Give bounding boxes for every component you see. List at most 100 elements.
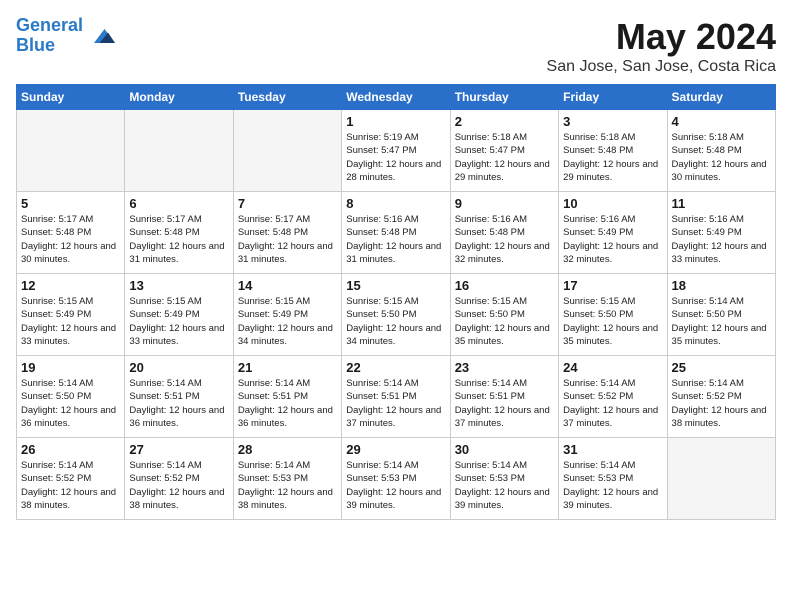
day-info: Sunrise: 5:14 AM Sunset: 5:51 PM Dayligh… (238, 377, 337, 430)
day-cell (125, 110, 233, 192)
day-number: 12 (21, 278, 120, 293)
day-cell: 5 Sunrise: 5:17 AM Sunset: 5:48 PM Daylig… (17, 192, 125, 274)
day-number: 14 (238, 278, 337, 293)
title-block: May 2024 San Jose, San Jose, Costa Rica (547, 16, 776, 76)
day-cell: 26 Sunrise: 5:14 AM Sunset: 5:52 PM Dayli… (17, 438, 125, 520)
col-sunday: Sunday (17, 85, 125, 110)
day-cell: 30 Sunrise: 5:14 AM Sunset: 5:53 PM Dayli… (450, 438, 558, 520)
day-cell: 22 Sunrise: 5:14 AM Sunset: 5:51 PM Dayli… (342, 356, 450, 438)
col-wednesday: Wednesday (342, 85, 450, 110)
day-cell: 25Sunrise: 5:14 AM Sunset: 5:52 PM Dayli… (667, 356, 775, 438)
day-cell: 31Sunrise: 5:14 AM Sunset: 5:53 PM Dayli… (559, 438, 667, 520)
day-cell: 19 Sunrise: 5:14 AM Sunset: 5:50 PM Dayli… (17, 356, 125, 438)
location-title: San Jose, San Jose, Costa Rica (547, 58, 776, 76)
day-number: 8 (346, 196, 445, 211)
day-info: Sunrise: 5:15 AM Sunset: 5:49 PM Dayligh… (21, 295, 120, 348)
day-cell: 12 Sunrise: 5:15 AM Sunset: 5:49 PM Dayli… (17, 274, 125, 356)
day-number: 27 (129, 442, 228, 457)
day-info: Sunrise: 5:14 AM Sunset: 5:52 PM Dayligh… (563, 377, 662, 430)
day-cell: 15 Sunrise: 5:15 AM Sunset: 5:50 PM Dayli… (342, 274, 450, 356)
day-info: Sunrise: 5:16 AM Sunset: 5:48 PM Dayligh… (455, 213, 554, 266)
day-info: Sunrise: 5:14 AM Sunset: 5:53 PM Dayligh… (238, 459, 337, 512)
day-info: Sunrise: 5:16 AM Sunset: 5:49 PM Dayligh… (563, 213, 662, 266)
day-number: 20 (129, 360, 228, 375)
day-number: 29 (346, 442, 445, 457)
day-cell: 28 Sunrise: 5:14 AM Sunset: 5:53 PM Dayli… (233, 438, 341, 520)
week-row-2: 12 Sunrise: 5:15 AM Sunset: 5:49 PM Dayli… (17, 274, 776, 356)
calendar-table: Sunday Monday Tuesday Wednesday Thursday… (16, 84, 776, 520)
day-number: 30 (455, 442, 554, 457)
month-title: May 2024 (547, 16, 776, 58)
day-info: Sunrise: 5:14 AM Sunset: 5:53 PM Dayligh… (346, 459, 445, 512)
day-number: 25 (672, 360, 771, 375)
day-info: Sunrise: 5:15 AM Sunset: 5:49 PM Dayligh… (129, 295, 228, 348)
day-number: 23 (455, 360, 554, 375)
day-cell: 10 Sunrise: 5:16 AM Sunset: 5:49 PM Dayli… (559, 192, 667, 274)
day-cell (667, 438, 775, 520)
day-number: 19 (21, 360, 120, 375)
day-cell: 4Sunrise: 5:18 AM Sunset: 5:48 PM Daylig… (667, 110, 775, 192)
day-cell: 6Sunrise: 5:17 AM Sunset: 5:48 PM Daylig… (125, 192, 233, 274)
day-number: 9 (455, 196, 554, 211)
day-info: Sunrise: 5:15 AM Sunset: 5:49 PM Dayligh… (238, 295, 337, 348)
day-info: Sunrise: 5:15 AM Sunset: 5:50 PM Dayligh… (455, 295, 554, 348)
day-number: 15 (346, 278, 445, 293)
day-cell: 2Sunrise: 5:18 AM Sunset: 5:47 PM Daylig… (450, 110, 558, 192)
day-info: Sunrise: 5:14 AM Sunset: 5:50 PM Dayligh… (672, 295, 771, 348)
day-cell: 23 Sunrise: 5:14 AM Sunset: 5:51 PM Dayli… (450, 356, 558, 438)
day-cell: 29 Sunrise: 5:14 AM Sunset: 5:53 PM Dayli… (342, 438, 450, 520)
day-number: 3 (563, 114, 662, 129)
day-number: 5 (21, 196, 120, 211)
day-cell: 21 Sunrise: 5:14 AM Sunset: 5:51 PM Dayli… (233, 356, 341, 438)
day-info: Sunrise: 5:14 AM Sunset: 5:51 PM Dayligh… (346, 377, 445, 430)
day-cell (17, 110, 125, 192)
day-number: 22 (346, 360, 445, 375)
day-cell: 14 Sunrise: 5:15 AM Sunset: 5:49 PM Dayli… (233, 274, 341, 356)
day-info: Sunrise: 5:14 AM Sunset: 5:51 PM Dayligh… (455, 377, 554, 430)
day-info: Sunrise: 5:16 AM Sunset: 5:48 PM Dayligh… (346, 213, 445, 266)
day-number: 2 (455, 114, 554, 129)
day-number: 13 (129, 278, 228, 293)
day-number: 6 (129, 196, 228, 211)
day-info: Sunrise: 5:19 AM Sunset: 5:47 PM Dayligh… (346, 131, 445, 184)
day-info: Sunrise: 5:15 AM Sunset: 5:50 PM Dayligh… (346, 295, 445, 348)
day-number: 21 (238, 360, 337, 375)
day-cell (233, 110, 341, 192)
col-friday: Friday (559, 85, 667, 110)
day-info: Sunrise: 5:17 AM Sunset: 5:48 PM Dayligh… (238, 213, 337, 266)
col-tuesday: Tuesday (233, 85, 341, 110)
logo-text: GeneralBlue (16, 16, 83, 56)
day-number: 24 (563, 360, 662, 375)
day-cell: 3 Sunrise: 5:18 AM Sunset: 5:48 PM Daylig… (559, 110, 667, 192)
day-cell: 27Sunrise: 5:14 AM Sunset: 5:52 PM Dayli… (125, 438, 233, 520)
header: GeneralBlue May 2024 San Jose, San Jose,… (16, 16, 776, 76)
day-number: 31 (563, 442, 662, 457)
week-row-0: 1Sunrise: 5:19 AM Sunset: 5:47 PM Daylig… (17, 110, 776, 192)
header-row: Sunday Monday Tuesday Wednesday Thursday… (17, 85, 776, 110)
col-monday: Monday (125, 85, 233, 110)
day-number: 28 (238, 442, 337, 457)
week-row-3: 19 Sunrise: 5:14 AM Sunset: 5:50 PM Dayli… (17, 356, 776, 438)
day-info: Sunrise: 5:14 AM Sunset: 5:50 PM Dayligh… (21, 377, 120, 430)
day-cell: 24 Sunrise: 5:14 AM Sunset: 5:52 PM Dayli… (559, 356, 667, 438)
day-cell: 1Sunrise: 5:19 AM Sunset: 5:47 PM Daylig… (342, 110, 450, 192)
day-cell: 7 Sunrise: 5:17 AM Sunset: 5:48 PM Daylig… (233, 192, 341, 274)
day-number: 26 (21, 442, 120, 457)
day-cell: 8 Sunrise: 5:16 AM Sunset: 5:48 PM Daylig… (342, 192, 450, 274)
week-row-1: 5 Sunrise: 5:17 AM Sunset: 5:48 PM Daylig… (17, 192, 776, 274)
day-cell: 13 Sunrise: 5:15 AM Sunset: 5:49 PM Dayli… (125, 274, 233, 356)
day-cell: 18Sunrise: 5:14 AM Sunset: 5:50 PM Dayli… (667, 274, 775, 356)
day-number: 7 (238, 196, 337, 211)
day-info: Sunrise: 5:17 AM Sunset: 5:48 PM Dayligh… (21, 213, 120, 266)
day-number: 16 (455, 278, 554, 293)
day-info: Sunrise: 5:18 AM Sunset: 5:48 PM Dayligh… (563, 131, 662, 184)
day-number: 10 (563, 196, 662, 211)
day-info: Sunrise: 5:14 AM Sunset: 5:52 PM Dayligh… (21, 459, 120, 512)
day-info: Sunrise: 5:16 AM Sunset: 5:49 PM Dayligh… (672, 213, 771, 266)
logo: GeneralBlue (16, 16, 115, 56)
day-number: 4 (672, 114, 771, 129)
day-number: 11 (672, 196, 771, 211)
day-info: Sunrise: 5:14 AM Sunset: 5:53 PM Dayligh… (455, 459, 554, 512)
week-row-4: 26 Sunrise: 5:14 AM Sunset: 5:52 PM Dayli… (17, 438, 776, 520)
day-cell: 9 Sunrise: 5:16 AM Sunset: 5:48 PM Daylig… (450, 192, 558, 274)
